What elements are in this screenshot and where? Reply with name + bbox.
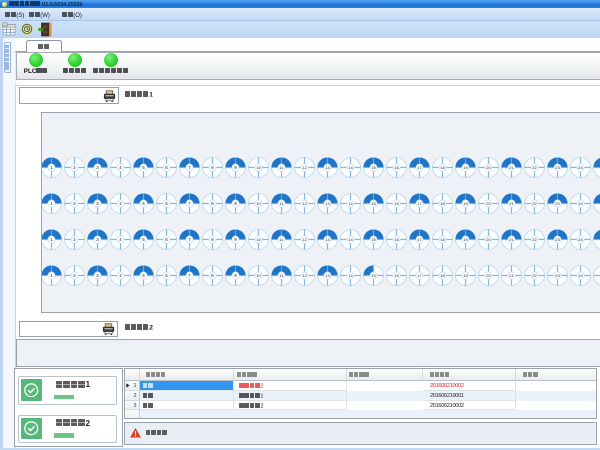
svg-text:15: 15 <box>371 237 376 242</box>
svg-text:18: 18 <box>440 201 445 206</box>
svg-text:14: 14 <box>348 201 353 206</box>
svg-text:20: 20 <box>486 237 491 242</box>
svg-text:24: 24 <box>578 201 583 206</box>
svg-text:21: 21 <box>509 201 514 206</box>
svg-text:13: 13 <box>325 237 330 242</box>
svg-text:17: 17 <box>417 273 422 278</box>
svg-text:23: 23 <box>555 237 560 242</box>
svg-text:13: 13 <box>325 165 330 170</box>
svg-text:21: 21 <box>509 237 514 242</box>
svg-text:17: 17 <box>417 165 422 170</box>
svg-text:19: 19 <box>463 165 468 170</box>
svg-text:22: 22 <box>532 165 537 170</box>
svg-text:22: 22 <box>532 201 537 206</box>
svg-text:22: 22 <box>532 273 537 278</box>
svg-text:19: 19 <box>463 237 468 242</box>
svg-text:20: 20 <box>486 201 491 206</box>
svg-text:10: 10 <box>256 237 261 242</box>
svg-text:16: 16 <box>394 201 399 206</box>
svg-text:12: 12 <box>302 165 307 170</box>
svg-text:18: 18 <box>440 273 445 278</box>
svg-text:24: 24 <box>578 165 583 170</box>
svg-text:13: 13 <box>325 201 330 206</box>
svg-text:16: 16 <box>394 165 399 170</box>
svg-text:24: 24 <box>578 237 583 242</box>
svg-text:13: 13 <box>325 273 330 278</box>
svg-text:18: 18 <box>440 237 445 242</box>
svg-text:16: 16 <box>394 273 399 278</box>
svg-text:10: 10 <box>256 165 261 170</box>
svg-text:10: 10 <box>256 201 261 206</box>
svg-text:23: 23 <box>555 273 560 278</box>
svg-text:16: 16 <box>394 237 399 242</box>
svg-text:17: 17 <box>417 237 422 242</box>
svg-text:22: 22 <box>532 237 537 242</box>
svg-text:12: 12 <box>302 237 307 242</box>
svg-text:19: 19 <box>463 201 468 206</box>
svg-text:14: 14 <box>348 273 353 278</box>
svg-text:14: 14 <box>348 165 353 170</box>
svg-text:12: 12 <box>302 201 307 206</box>
svg-text:10: 10 <box>256 273 261 278</box>
svg-text:23: 23 <box>555 201 560 206</box>
svg-text:15: 15 <box>371 201 376 206</box>
svg-text:18: 18 <box>440 165 445 170</box>
svg-text:20: 20 <box>486 165 491 170</box>
svg-text:15: 15 <box>371 273 376 278</box>
svg-text:23: 23 <box>555 165 560 170</box>
svg-text:19: 19 <box>463 273 468 278</box>
svg-text:21: 21 <box>509 273 514 278</box>
svg-text:12: 12 <box>302 273 307 278</box>
svg-text:17: 17 <box>417 201 422 206</box>
svg-text:24: 24 <box>578 273 583 278</box>
svg-text:21: 21 <box>509 165 514 170</box>
svg-text:20: 20 <box>486 273 491 278</box>
svg-text:15: 15 <box>371 165 376 170</box>
svg-text:14: 14 <box>348 237 353 242</box>
